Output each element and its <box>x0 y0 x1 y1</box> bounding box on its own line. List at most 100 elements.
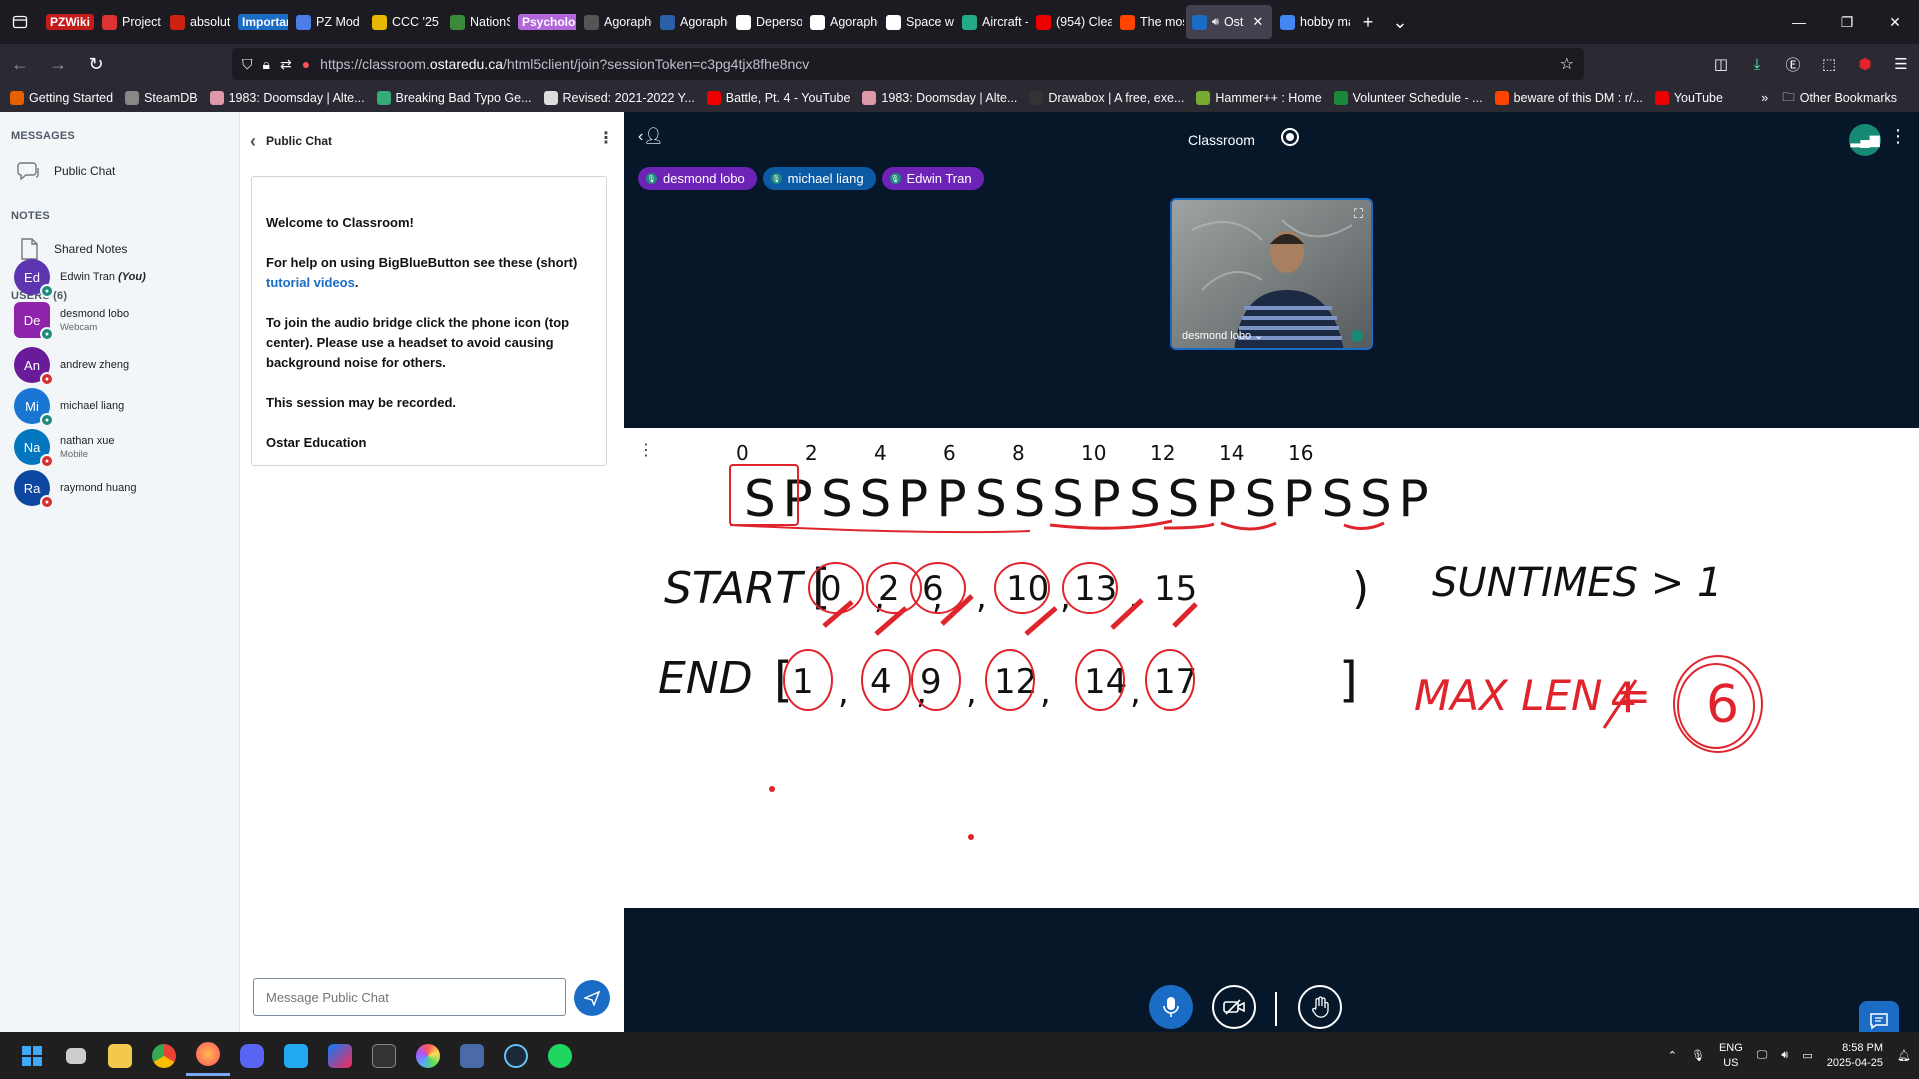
chevron-up-icon[interactable]: ⌃ <box>1668 1049 1677 1062</box>
browser-tab[interactable]: Important <box>232 5 288 39</box>
browser-tab[interactable]: Psychology <box>512 5 576 39</box>
terminal-icon[interactable] <box>362 1036 406 1076</box>
bookmark-item[interactable]: SteamDB <box>125 91 198 105</box>
options-menu-icon[interactable]: ⋮ <box>1889 126 1907 147</box>
mute-microphone-button[interactable] <box>1149 985 1193 1029</box>
microphone-icon[interactable]: 🎙︎ <box>1691 1049 1705 1062</box>
forward-icon[interactable]: → <box>40 48 76 80</box>
browser-tab[interactable]: NationSta <box>444 5 510 39</box>
connection-status-icon[interactable]: ▂▄▆ <box>1849 124 1881 156</box>
language-indicator[interactable]: ENG US <box>1719 1041 1743 1071</box>
user-list-item[interactable]: An ● andrew zheng <box>14 347 129 386</box>
file-explorer-icon[interactable] <box>98 1036 142 1076</box>
reload-icon[interactable]: ↻ <box>78 48 114 80</box>
app-menu-icon[interactable]: ☰ <box>1883 48 1919 80</box>
chevron-right-icon[interactable]: » <box>1761 91 1768 105</box>
raise-hand-button[interactable] <box>1298 985 1342 1029</box>
fullscreen-icon[interactable]: ⛶ <box>1354 206 1363 222</box>
back-icon[interactable]: ← <box>2 48 38 80</box>
user-list-item[interactable]: Mi ● michael liang <box>14 388 124 427</box>
bookmark-item[interactable]: beware of this DM : r/... <box>1494 91 1643 105</box>
vscode-icon[interactable] <box>274 1036 318 1076</box>
recording-indicator-icon[interactable] <box>1281 128 1299 146</box>
ublock-icon[interactable]: ⬢ <box>1847 48 1883 80</box>
notifications-icon[interactable]: 🔔︎ <box>1897 1049 1911 1062</box>
chat-options-icon[interactable]: ⋮ <box>598 128 614 148</box>
microphone-in-use-icon[interactable]: ● <box>302 56 310 72</box>
discord-icon[interactable] <box>230 1036 274 1076</box>
close-tab-icon[interactable]: ✕ <box>1252 14 1263 30</box>
browser-tab[interactable]: absolute <box>164 5 230 39</box>
browser-tab[interactable]: (954) Clea <box>1030 5 1112 39</box>
downloads-icon[interactable]: ⤓ <box>1739 48 1775 80</box>
user-list-item[interactable]: Na ● nathan xue Mobile <box>14 429 114 468</box>
sidebar-item-public-chat[interactable]: Public Chat <box>16 158 115 184</box>
minimize-icon[interactable]: — <box>1775 0 1823 44</box>
bookmark-item[interactable]: Drawabox | A free, exe... <box>1029 91 1184 105</box>
permissions-icon[interactable]: ⇄ <box>280 56 292 73</box>
display-icon[interactable]: 🖵︎ <box>1757 1049 1768 1062</box>
browser-tab[interactable]: Project <box>96 5 162 39</box>
bookmark-star-icon[interactable]: ☆ <box>1560 54 1574 74</box>
spotify-icon[interactable] <box>538 1036 582 1076</box>
close-window-icon[interactable]: ✕ <box>1871 0 1919 44</box>
url-bar[interactable]: ⛉ 🔒︎ ⇄ ● https://classroom.ostaredu.ca/h… <box>232 48 1584 80</box>
image-app-icon[interactable] <box>450 1036 494 1076</box>
bookmark-item[interactable]: Breaking Bad Typo Ge... <box>376 91 532 105</box>
browser-tab[interactable]: Agorapho <box>804 5 878 39</box>
lock-icon[interactable]: 🔒︎ <box>263 56 270 73</box>
bookmark-item[interactable]: Hammer++ : Home <box>1196 91 1322 105</box>
tutorial-videos-link[interactable]: tutorial videos <box>266 275 355 290</box>
browser-tab[interactable]: Agorapho <box>578 5 652 39</box>
jetbrains-icon[interactable] <box>318 1036 362 1076</box>
user-list-item[interactable]: De ● desmond lobo Webcam <box>14 302 129 341</box>
extensions-icon[interactable]: ⬚ <box>1811 48 1847 80</box>
chevron-left-icon[interactable]: ‹ <box>250 131 256 152</box>
browser-tab[interactable]: CCC '25 J <box>366 5 442 39</box>
talker-chip[interactable]: 🎙︎ michael liang <box>762 167 876 190</box>
task-view-icon[interactable] <box>54 1036 98 1076</box>
clock[interactable]: 8:58 PM 2025-04-25 <box>1827 1041 1883 1071</box>
chrome-icon[interactable] <box>142 1036 186 1076</box>
webcam-user-name[interactable]: desmond lobo ⌄ <box>1182 329 1263 342</box>
restore-icon[interactable]: ❐ <box>1823 0 1871 44</box>
talker-chip[interactable]: 🎙︎ desmond lobo <box>638 167 757 190</box>
browser-tab[interactable]: PZWiki <box>40 5 94 39</box>
account-icon[interactable]: Ⓔ <box>1775 48 1811 80</box>
user-list-item[interactable]: Ra ● raymond huang <box>14 470 136 509</box>
battery-icon[interactable]: ▭ <box>1802 1049 1812 1062</box>
user-list-item[interactable]: Ed ● Edwin Tran (You) <box>14 259 146 298</box>
steam-icon[interactable] <box>494 1036 538 1076</box>
bookmark-item[interactable]: YouTube <box>1654 91 1723 105</box>
browser-tab[interactable]: Space wa <box>880 5 954 39</box>
browser-tab[interactable]: Agorapho <box>654 5 728 39</box>
browser-tab[interactable]: Deperson <box>730 5 802 39</box>
pocket-icon[interactable]: ◫ <box>1703 48 1739 80</box>
bookmark-item[interactable]: Revised: 2021-2022 Y... <box>543 91 695 105</box>
tab-list-menu-icon[interactable] <box>0 0 40 44</box>
bookmark-item[interactable]: Getting Started <box>10 91 113 105</box>
paint-app-icon[interactable] <box>406 1036 450 1076</box>
browser-tab[interactable]: hobby ma <box>1274 5 1350 39</box>
chat-message-input[interactable] <box>253 978 566 1016</box>
start-button[interactable] <box>10 1036 54 1076</box>
other-bookmarks[interactable]: 🗀 Other Bookmarks <box>1782 88 1897 109</box>
browser-tab[interactable]: Aircraft - <box>956 5 1028 39</box>
list-all-tabs-icon[interactable]: ⌄ <box>1384 6 1416 38</box>
browser-tab[interactable]: 🔊︎ Ost ✕ <box>1186 5 1272 39</box>
bookmark-item[interactable]: 1983: Doomsday | Alte... <box>209 91 365 105</box>
firefox-icon[interactable] <box>186 1036 230 1076</box>
bookmark-item[interactable]: Volunteer Schedule - ... <box>1333 91 1483 105</box>
bookmark-item[interactable]: 1983: Doomsday | Alte... <box>862 91 1017 105</box>
send-message-button[interactable] <box>574 980 610 1016</box>
whiteboard[interactable]: ⋮ 0 2 4 6 8 10 12 14 16 SPSSPPSSSPSSPSPSSP START… <box>624 428 1919 908</box>
webcam-tile[interactable]: ⛶ desmond lobo ⌄ <box>1170 198 1373 350</box>
speaker-icon[interactable]: 🔊︎ <box>1212 16 1219 29</box>
new-tab-button[interactable]: + <box>1352 6 1384 38</box>
share-webcam-button[interactable] <box>1212 985 1256 1029</box>
talker-chip[interactable]: 🎙︎ Edwin Tran <box>881 167 984 190</box>
tracking-shield-icon[interactable]: ⛉ <box>242 56 253 73</box>
volume-icon[interactable]: 🔊︎ <box>1781 1049 1788 1062</box>
bookmark-item[interactable]: Battle, Pt. 4 - YouTube <box>706 91 850 105</box>
browser-tab[interactable]: The most <box>1114 5 1184 39</box>
